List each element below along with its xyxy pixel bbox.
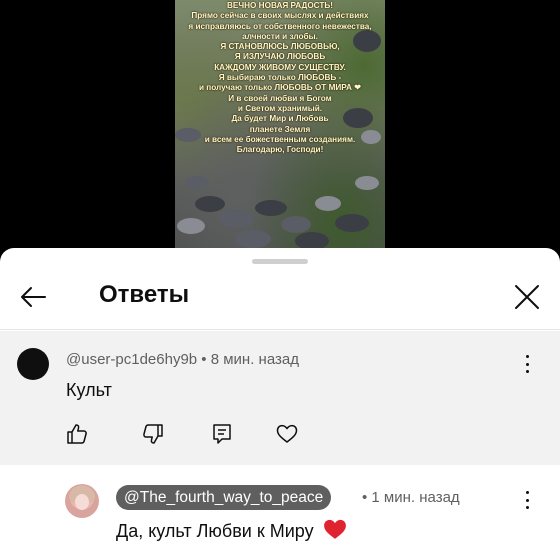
comment-meta: @user-pc1de6hy9b • 8 мин. назад [66, 351, 299, 368]
reply-text-content: Да, культ Любви к Миру [116, 521, 314, 541]
caption-line: и получаю только ЛЮБОВЬ ОТ МИРА ❤ [198, 83, 362, 93]
dislike-button[interactable] [142, 423, 164, 445]
thumbs-up-icon [67, 424, 87, 444]
close-icon [515, 285, 539, 309]
sheet-header: Ответы [0, 264, 560, 330]
like-button[interactable] [66, 423, 88, 445]
close-button[interactable] [510, 282, 544, 312]
page-title: Ответы [99, 281, 190, 308]
reply-comment: @The_fourth_way_to_peace • 1 мин. назад … [0, 465, 560, 560]
caption-line: КАЖДОМУ ЖИВОМУ СУЩЕСТВУ. [214, 62, 346, 72]
caption-line: планете Земля [249, 124, 311, 134]
caption-line: и Светом хранимый. [237, 103, 323, 113]
heart-icon [276, 424, 298, 443]
pigeon-shape [281, 216, 311, 233]
video-caption: ВЕЧНО НОВАЯ РАДОСТЬ! Прямо сейчас в свои… [175, 0, 385, 155]
pigeon-shape [185, 176, 209, 189]
pigeon-shape [219, 210, 253, 228]
caption-line: я исправляюсь от собственного невежества… [188, 21, 372, 31]
pigeon-shape [195, 196, 225, 212]
pigeon-shape [255, 200, 287, 216]
heart-icon [323, 519, 346, 539]
avatar[interactable] [17, 348, 49, 380]
avatar[interactable] [65, 484, 99, 518]
reply-icon [213, 424, 231, 444]
thumbs-down-icon [143, 424, 163, 444]
caption-line: Прямо сейчас в своих мыслях и действиях [191, 11, 369, 21]
parent-comment: @user-pc1de6hy9b • 8 мин. назад Культ [0, 331, 560, 465]
reply-text: Да, культ Любви к Миру [116, 518, 347, 542]
caption-line: алчности и злобы. [242, 31, 318, 41]
back-arrow-icon [21, 287, 46, 307]
pigeon-shape [355, 176, 379, 190]
heart-button[interactable] [276, 423, 298, 445]
screen: ВЕЧНО НОВАЯ РАДОСТЬ! Прямо сейчас в свои… [0, 0, 560, 560]
video-player[interactable]: ВЕЧНО НОВАЯ РАДОСТЬ! Прямо сейчас в свои… [175, 0, 385, 262]
caption-line: Я ИЗЛУЧАЮ ЛЮБОВЬ [234, 52, 326, 62]
more-vert-icon[interactable] [520, 489, 534, 511]
caption-line: Я выбираю только ЛЮБОВЬ - [218, 73, 342, 83]
caption-line: Благодарю, Господи! [236, 145, 324, 155]
mention-chip[interactable]: @The_fourth_way_to_peace [116, 485, 332, 510]
pigeon-shape [315, 196, 341, 211]
caption-line: И в своей любви я Богом [228, 93, 332, 103]
back-button[interactable] [16, 282, 50, 312]
caption-line: Я СТАНОВЛЮСЬ ЛЮБОВЬЮ, [220, 42, 340, 52]
replies-sheet: Ответы @user-pc1de6hy9b • 8 мин. назад К… [0, 248, 560, 560]
reply-time: • 1 мин. назад [362, 489, 460, 506]
pigeon-shape [177, 218, 205, 234]
pigeon-shape [235, 230, 271, 248]
pigeon-shape [335, 214, 369, 232]
more-vert-icon[interactable] [520, 353, 534, 375]
caption-line: и всем ее божественным созданиям. [204, 134, 356, 144]
caption-line: ВЕЧНО НОВАЯ РАДОСТЬ! [226, 1, 334, 10]
reply-button[interactable] [211, 423, 233, 445]
caption-line: Да будет Мир и Любовь [231, 114, 329, 124]
comment-text: Культ [66, 380, 112, 400]
